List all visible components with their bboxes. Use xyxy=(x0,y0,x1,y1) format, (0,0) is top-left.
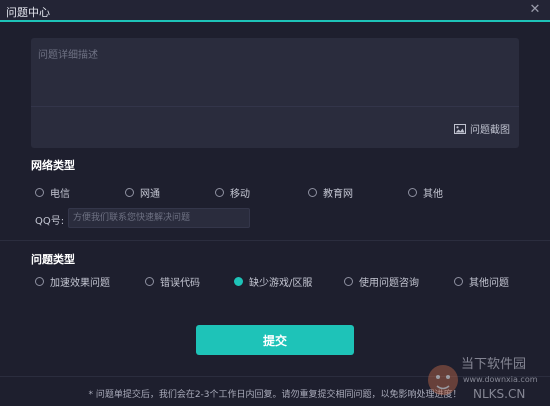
radio-label: 移动 xyxy=(230,189,250,200)
radio-dot[interactable] xyxy=(408,188,417,197)
radio-dot[interactable] xyxy=(145,277,154,286)
radio-dot[interactable] xyxy=(35,188,44,197)
radio-network-other[interactable]: 其他 xyxy=(408,185,443,200)
section-divider xyxy=(0,240,550,241)
radio-label: 加速效果问题 xyxy=(50,278,110,289)
radio-label: 网通 xyxy=(140,189,160,200)
radio-label: 其他 xyxy=(423,189,443,200)
watermark-text-1: 当下软件园 xyxy=(461,357,526,372)
radio-issue-acceleration[interactable]: 加速效果问题 xyxy=(35,274,110,289)
radio-label: 使用问题咨询 xyxy=(359,278,419,289)
network-type-options: 电信 网通 移动 教育网 其他 xyxy=(35,185,515,200)
qq-input[interactable] xyxy=(68,208,250,228)
radio-label: 其他问题 xyxy=(469,278,509,289)
radio-dot[interactable] xyxy=(125,188,134,197)
issue-type-options: 加速效果问题 错误代码 缺少游戏/区服 使用问题咨询 其他问题 xyxy=(35,274,515,289)
title-bar: 问题中心 ✕ xyxy=(0,0,550,22)
radio-label: 错误代码 xyxy=(160,278,200,289)
submit-button[interactable]: 提交 xyxy=(196,325,354,355)
radio-label: 教育网 xyxy=(323,189,353,200)
network-type-title: 网络类型 xyxy=(31,159,75,172)
radio-dot[interactable] xyxy=(454,277,463,286)
description-panel: 问题截图 xyxy=(31,38,519,148)
radio-dot[interactable] xyxy=(215,188,224,197)
footnote: * 问题单提交后，我们会在2-3个工作日内回复。请勿重复提交相同问题，以免影响处… xyxy=(88,390,462,400)
radio-network-netcom[interactable]: 网通 xyxy=(125,185,160,200)
radio-network-telecom[interactable]: 电信 xyxy=(35,185,70,200)
radio-issue-error-code[interactable]: 错误代码 xyxy=(145,274,200,289)
footer-divider xyxy=(0,376,550,377)
image-icon xyxy=(454,123,466,134)
radio-network-mobile[interactable]: 移动 xyxy=(215,185,250,200)
radio-network-edu[interactable]: 教育网 xyxy=(308,185,353,200)
screenshot-label: 问题截图 xyxy=(470,125,510,136)
radio-dot[interactable] xyxy=(344,277,353,286)
radio-label: 电信 xyxy=(50,189,70,200)
radio-dot-selected[interactable] xyxy=(234,277,243,286)
radio-issue-missing-game[interactable]: 缺少游戏/区服 xyxy=(234,274,312,289)
close-icon[interactable]: ✕ xyxy=(528,3,542,17)
radio-dot[interactable] xyxy=(35,277,44,286)
radio-issue-usage[interactable]: 使用问题咨询 xyxy=(344,274,419,289)
radio-issue-other[interactable]: 其他问题 xyxy=(454,274,509,289)
description-input[interactable] xyxy=(31,38,519,106)
window-title: 问题中心 xyxy=(6,6,50,19)
issue-type-title: 问题类型 xyxy=(31,253,75,266)
qq-label: QQ号: xyxy=(35,216,65,227)
radio-dot[interactable] xyxy=(308,188,317,197)
radio-label: 缺少游戏/区服 xyxy=(249,278,313,289)
screenshot-button[interactable]: 问题截图 xyxy=(454,121,510,136)
description-divider xyxy=(31,106,519,107)
